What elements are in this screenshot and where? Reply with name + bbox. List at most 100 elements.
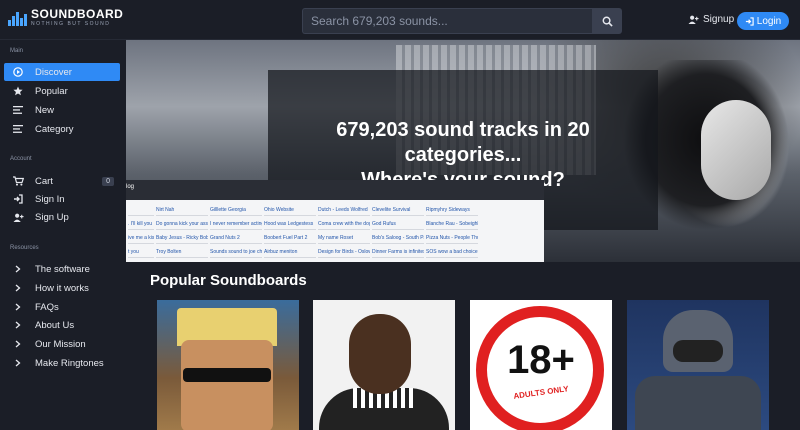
sidebar-section-main: Main [10,48,24,54]
chevron-right-icon [15,359,21,367]
popular-section-title: Popular Soundboards [150,272,307,289]
search-button[interactable] [592,8,622,34]
sidebar-item-faqs[interactable]: FAQs [4,298,120,316]
sunglasses-icon [183,368,271,382]
login-label: Login [756,15,782,27]
table-cell[interactable]: Airbuz meniton [264,246,316,258]
chevron-right-icon [15,321,21,329]
logo-bars-icon [8,10,27,26]
login-button[interactable]: Login [737,12,789,30]
table-row: t youTroy BoltenSounds sound to joe chec… [126,246,544,258]
sidebar-item-label: Our Mission [35,338,86,350]
signup-link[interactable]: Signup [688,14,734,25]
sidebar-item-label: How it works [35,282,89,294]
sidebar-item-the-software[interactable]: The software [4,260,120,278]
user-plus-icon [13,213,24,222]
sidebar-item-cart[interactable]: Cart 0 [4,172,120,190]
list-icon [13,106,23,114]
search-input[interactable] [302,8,592,34]
table-cell[interactable]: Hood was Ledgestess [264,218,316,230]
play-circle-icon [13,67,23,77]
logo-name: SOUNDBOARD [31,7,124,21]
age-text: 18+ [507,338,575,382]
sidebar-item-about-us[interactable]: About Us [4,316,120,334]
table-cell[interactable]: Nirt Nah [156,204,208,216]
table-cell[interactable]: Pizza Nuts - People Thunder [426,232,478,244]
sound-table-header: log [126,180,544,200]
sidebar-item-category[interactable]: Category [4,120,120,138]
sign-in-icon [14,194,23,204]
site-logo[interactable]: SOUNDBOARD NOTHING BUT SOUND [8,8,123,27]
star-icon [13,86,23,96]
table-cell[interactable]: Bob's Saloog - South Park [372,232,424,244]
sidebar-item-label: Sign In [35,193,65,205]
table-cell[interactable]: t you [128,246,154,258]
sidebar-section-account: Account [10,156,32,162]
sidebar-item-label: FAQs [35,301,59,313]
user-plus-icon [688,15,699,24]
table-cell[interactable]: Clevelite Survival [372,204,424,216]
table-cell[interactable]: Design for Birds - Oslow [318,246,370,258]
sidebar-item-label: Cart [35,175,53,187]
sidebar-section-resources: Resources [10,245,39,251]
table-row: ive me a kissBaby Jesus - Ricky BobbyGra… [126,232,544,244]
table-cell[interactable] [128,204,154,216]
sidebar-item-label: Make Ringtones [35,357,104,369]
sidebar-item-discover[interactable]: Discover [4,63,120,81]
hero-line-2: categories... [404,144,522,166]
top-bar: SOUNDBOARD NOTHING BUT SOUND Signup Logi… [0,0,800,40]
table-cell[interactable]: Coma crew with the dogs [318,218,370,230]
table-cell[interactable]: Troy Bolten [156,246,208,258]
table-cell[interactable]: . I'll kill you [128,218,154,230]
table-cell[interactable]: Blanche Rau - Sobeighlet [426,218,478,230]
sidebar-item-sign-in[interactable]: Sign In [4,190,120,208]
sound-table: Nirt Nah Gilllette Georgia Ohio Website Dut… [126,200,544,262]
soundboard-card-adults-only[interactable]: 18+ ADULTS ONLY [470,300,612,430]
table-cell[interactable]: Do gonna kick your ass, bitch! [156,218,208,230]
sidebar-item-label: Sign Up [35,211,69,223]
search-icon [602,16,613,27]
table-cell[interactable]: Dutch - Leeds Wolfred [318,204,370,216]
table-cell[interactable]: Boobert Fuel Part 2 [264,232,316,244]
signup-label: Signup [703,14,735,25]
table-cell[interactable]: Grand Nuts 2 [210,232,262,244]
sound-table-label: log [126,184,135,190]
hero-line-1: 679,203 sound tracks in 20 [336,119,590,141]
table-cell[interactable]: Ripmyhry Sideways [426,204,478,216]
sidebar-item-label: Discover [35,66,72,78]
table-cell[interactable]: Dinner Farms is infinites [372,246,424,258]
soundboard-card-soldier[interactable] [627,300,769,430]
sidebar-item-label: Category [35,123,74,135]
table-row: Nirt Nah Gilllette Georgia Ohio Website Dut… [126,204,544,216]
table-cell[interactable]: ive me a kiss [128,232,154,244]
soundboard-card-duke[interactable] [157,300,299,430]
sign-in-icon [745,16,754,26]
sidebar-item-label: About Us [35,319,75,331]
table-cell[interactable]: SOS wow a bad choice - Arn... [426,246,478,258]
sidebar-item-how-it-works[interactable]: How it works [4,279,120,297]
table-cell[interactable]: Ohio Website [264,204,316,216]
cart-count-badge: 0 [102,176,114,186]
sidebar-item-sign-up[interactable]: Sign Up [4,208,120,226]
table-cell[interactable]: Gilllette Georgia [210,204,262,216]
sidebar-item-new[interactable]: New [4,101,120,119]
sidebar-item-label: New [35,104,55,116]
cart-icon [12,176,24,186]
search-bar [302,8,622,34]
soundboard-card-snoop[interactable] [313,300,455,430]
table-cell[interactable]: My name Roset [318,232,370,244]
list-icon [13,125,23,133]
chevron-right-icon [15,284,21,292]
table-row: . I'll kill youDo gonna kick your ass, b… [126,218,544,230]
sidebar-item-make-ringtones[interactable]: Make Ringtones [4,354,120,372]
chevron-right-icon [15,340,21,348]
hero-woman-face [701,100,771,200]
sidebar-item-popular[interactable]: Popular [4,82,120,100]
chevron-right-icon [15,303,21,311]
table-cell[interactable]: I never remember acting y... [210,218,262,230]
chevron-right-icon [15,265,21,273]
table-cell[interactable]: Sounds sound to joe check... [210,246,262,258]
table-cell[interactable]: God Rufus [372,218,424,230]
sidebar-item-our-mission[interactable]: Our Mission [4,335,120,353]
table-cell[interactable]: Baby Jesus - Ricky Bobby [156,232,208,244]
